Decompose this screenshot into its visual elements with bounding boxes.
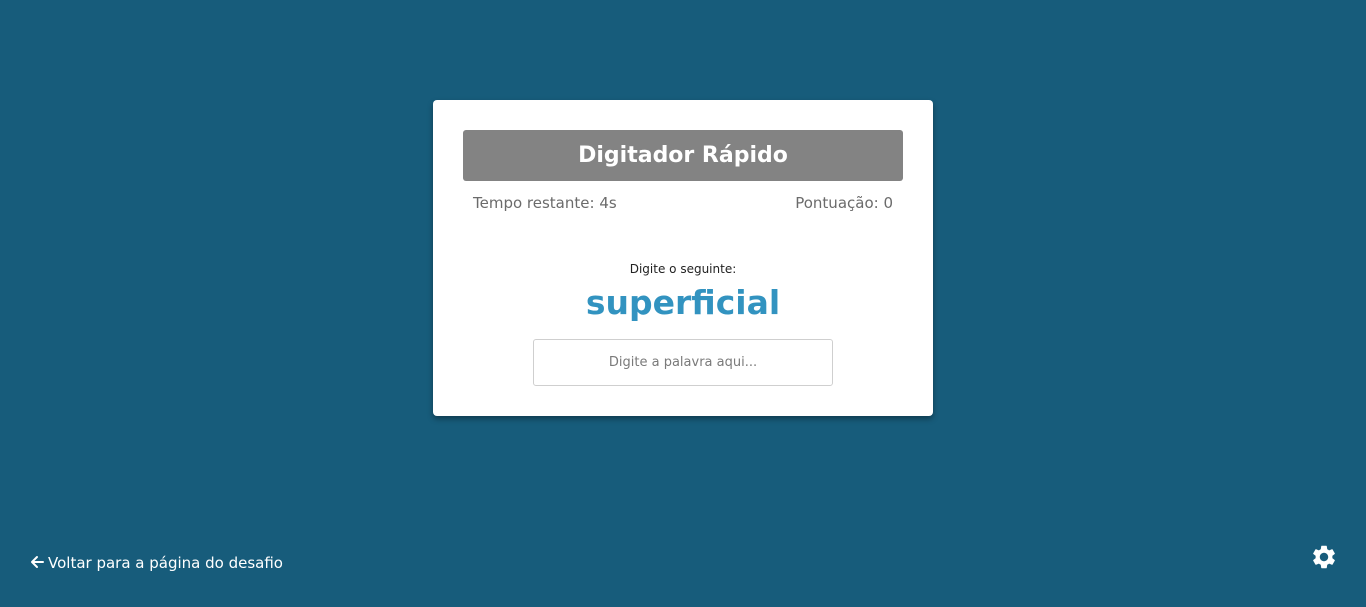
time-remaining: Tempo restante: 4s (473, 194, 617, 212)
stats-row: Tempo restante: 4s Pontuação: 0 (473, 194, 893, 212)
arrow-left-icon (30, 555, 44, 572)
target-word: superficial (585, 283, 781, 322)
prompt-label: Digite o seguinte: (629, 262, 737, 276)
game-title: Digitador Rápido (463, 130, 903, 181)
score: Pontuação: 0 (795, 194, 893, 212)
back-to-challenge-link[interactable]: Voltar para a página do desafio (30, 554, 283, 572)
back-link-label: Voltar para a página do desafio (48, 554, 283, 572)
game-card: Digitador Rápido Tempo restante: 4s Pont… (433, 100, 933, 416)
gear-icon[interactable] (1310, 543, 1338, 571)
word-input[interactable] (533, 339, 833, 386)
